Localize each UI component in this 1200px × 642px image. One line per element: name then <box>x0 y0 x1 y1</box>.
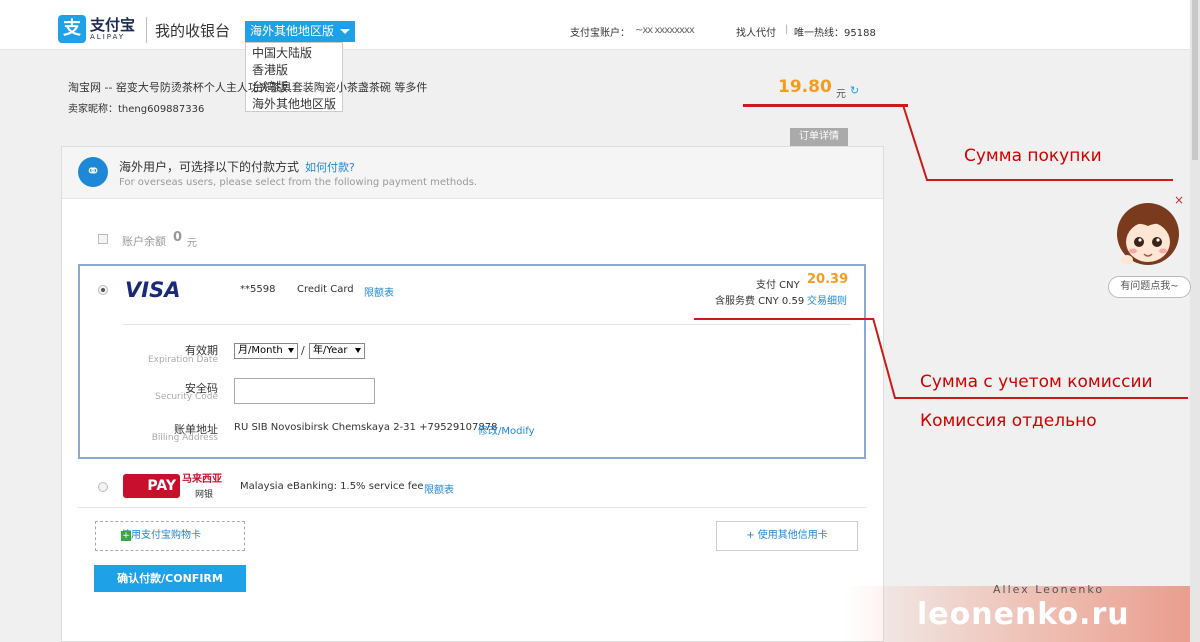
how-to-pay-link[interactable]: 如何付款? <box>305 159 355 175</box>
order-title: 淘宝网 -- 窑变大号防烫茶杯个人主人功夫茶具套装陶瓷小茶盏茶碗 等多件 <box>68 81 428 94</box>
month-value: 月/Month <box>238 345 283 356</box>
mepay-description: Malaysia eBanking: 1.5% service fee <box>240 481 424 492</box>
account-label: 支付宝账户： <box>570 28 630 39</box>
chat-mascot-avatar[interactable] <box>1115 200 1181 272</box>
expiration-year-select[interactable]: 年/Year <box>309 343 365 359</box>
header-separator: | <box>785 24 789 35</box>
transaction-details-link[interactable]: 交易细则 <box>807 292 847 307</box>
region-dropdown-menu: 中国大陆版 香港版 台湾版 海外其他地区版 <box>245 42 343 112</box>
find-payer-link[interactable]: 找人代付 <box>736 24 776 39</box>
mepay-limit-link[interactable]: 限额表 <box>424 481 454 496</box>
region-selected-label: 海外其他地区版 <box>250 24 335 38</box>
refresh-icon[interactable]: ↻ <box>850 84 859 97</box>
region-option-overseas[interactable]: 海外其他地区版 <box>252 95 336 112</box>
dropdown-arrow-icon <box>288 348 294 353</box>
service-fee-label: 含服务费 CNY 0.59 <box>715 296 805 307</box>
use-gift-card-button[interactable]: 使用支付宝购物卡 <box>95 521 245 551</box>
visa-logo: VISA <box>125 278 181 302</box>
annotation-leader-purchase <box>902 104 1173 181</box>
balance-checkbox[interactable] <box>98 234 108 244</box>
annotation-purchase-sum: Сумма покупки <box>964 146 1102 166</box>
use-other-card-button[interactable]: + 使用其他信用卡 <box>716 521 858 551</box>
watermark-author: Allex Leonenko <box>993 583 1105 596</box>
mepay-bank-label: 网银 <box>195 490 214 500</box>
caret-down-icon <box>340 29 350 34</box>
dropdown-arrow-icon <box>355 348 361 353</box>
watermark-site: leonenko.ru <box>917 597 1130 632</box>
security-code-sublabel: Security Code <box>155 392 218 402</box>
globe-icon: ⚭ <box>78 157 108 187</box>
balance-label: 账户余额 <box>122 235 166 248</box>
alipay-logo-icon: 支 <box>58 15 86 43</box>
help-chat-bubble[interactable]: 有问题点我~ <box>1108 276 1191 298</box>
order-detail-tab[interactable]: 订单详情 <box>790 128 848 146</box>
card-type: Credit Card <box>297 284 354 295</box>
scrollbar-thumb[interactable] <box>1192 0 1198 160</box>
balance-value: 0 <box>173 230 183 245</box>
account-value-redacted: ~xx xxxxxxxx <box>635 25 695 36</box>
region-select[interactable]: 海外其他地区版 <box>245 21 355 42</box>
section-divider <box>78 507 866 508</box>
amount-unit: 元 <box>836 89 846 100</box>
logo-divider <box>146 17 147 43</box>
annotation-underline-amount <box>743 104 908 107</box>
overseas-title: 海外用户，可选择以下的付款方式 <box>119 160 300 174</box>
hotline-text: 唯一热线：95188 <box>794 28 876 39</box>
alipay-logo-text: 支付宝 <box>90 16 136 34</box>
pay-amount: 20.39 <box>807 272 849 287</box>
mepay-logo: PAY <box>123 474 180 498</box>
visa-radio[interactable] <box>98 285 108 295</box>
date-slash: / <box>301 344 305 357</box>
plus-icon: + <box>121 531 131 541</box>
order-amount: 19.80 <box>778 77 832 97</box>
pay-label: 支付 CNY <box>756 280 800 291</box>
annotation-sum-with-fee: Сумма с учетом комиссии <box>920 372 1153 392</box>
region-option-mainland[interactable]: 中国大陆版 <box>252 44 312 61</box>
expiration-month-select[interactable]: 月/Month <box>234 343 298 359</box>
visa-divider <box>123 324 851 325</box>
modify-address-link[interactable]: 修改/Modify <box>478 422 535 437</box>
balance-unit: 元 <box>187 238 197 249</box>
alipay-logo-sub: ALIPAY <box>90 33 126 41</box>
region-option-hongkong[interactable]: 香港版 <box>252 61 288 78</box>
mepay-radio[interactable] <box>98 482 108 492</box>
annotation-underline-fee <box>694 318 874 320</box>
cashier-title: 我的收银台 <box>155 22 231 40</box>
annotation-fee-separately: Комиссия отдельно <box>920 411 1097 431</box>
card-number: **5598 <box>240 284 276 295</box>
overseas-subtitle: For overseas users, please select from t… <box>119 177 478 188</box>
mepay-logo-cn: 马来西亚 <box>182 474 222 485</box>
visa-limit-link[interactable]: 限额表 <box>364 284 394 299</box>
seller-nickname: 卖家昵称：theng609887336 <box>68 104 205 115</box>
close-icon[interactable]: × <box>1174 193 1184 207</box>
security-code-input[interactable] <box>234 378 375 404</box>
billing-address-value: RU SIB Novosibirsk Chemskaya 2-31 +79529… <box>234 422 498 433</box>
year-value: 年/Year <box>313 345 348 356</box>
billing-address-sublabel: Billing Address <box>151 433 218 443</box>
expiration-sublabel: Expiration Date <box>147 355 218 365</box>
confirm-payment-button[interactable]: 确认付款/CONFIRM <box>94 565 246 592</box>
